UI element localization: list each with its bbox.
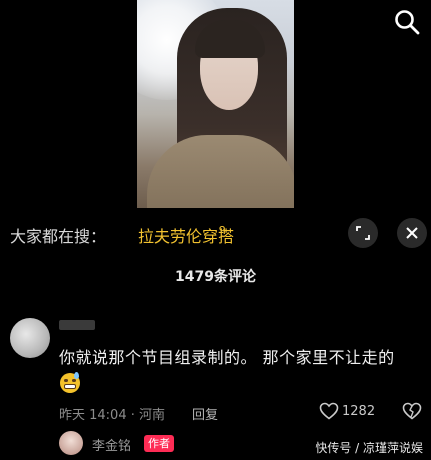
author-avatar[interactable] <box>59 431 83 455</box>
close-icon <box>406 227 418 239</box>
watermark: 快传号 / 凉瑾萍说娱 <box>315 441 423 455</box>
reply-button[interactable]: 回复 <box>192 404 218 423</box>
comment-count: 1479条评论 <box>175 269 256 285</box>
grinning-sweat-emoji <box>60 372 80 393</box>
video-frame-photo <box>137 0 294 208</box>
heart-icon[interactable] <box>319 402 339 424</box>
search-icon[interactable] <box>393 8 421 36</box>
trending-prefix: 大家都在搜： <box>10 227 107 246</box>
author-badge: 作者 <box>144 435 174 452</box>
comment-meta: 昨天 14:04 · 河南 <box>59 408 165 423</box>
search-small-icon: ᑫ <box>219 224 226 237</box>
expand-button[interactable] <box>348 218 378 248</box>
blurred-username[interactable] <box>59 320 95 330</box>
video-player[interactable] <box>0 0 431 208</box>
comment-text: 你就说那个节目组录制的。 那个家里不让走的 <box>59 348 395 367</box>
like-count: 1282 <box>342 404 376 419</box>
author-name[interactable]: 李金铭 <box>92 435 131 454</box>
close-button[interactable] <box>397 218 427 248</box>
broken-heart-icon[interactable] <box>402 402 422 424</box>
avatar[interactable] <box>10 318 50 358</box>
expand-icon <box>356 226 370 240</box>
